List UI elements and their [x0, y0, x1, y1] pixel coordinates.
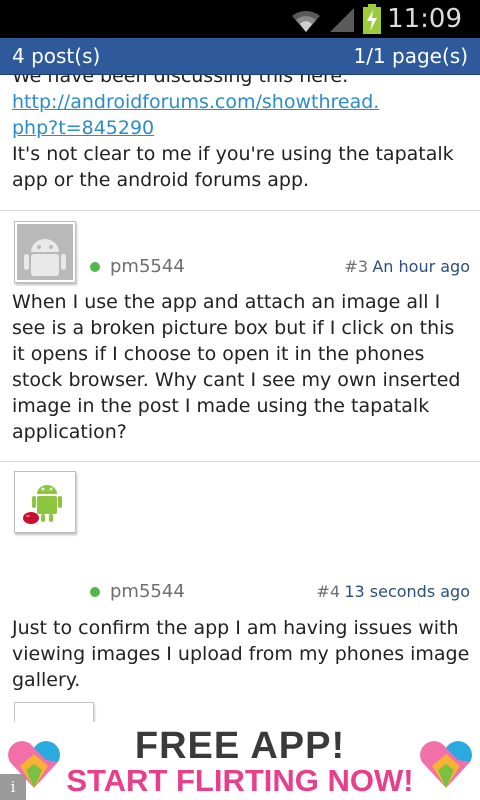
previous-post-body: We have been discussing this here: http:… — [12, 75, 472, 193]
ad-tagline: START FLIRTING NOW! — [66, 763, 414, 798]
ad-banner[interactable]: FREE APP! START FLIRTING NOW! i — [0, 722, 480, 800]
ad-info-icon[interactable]: i — [0, 774, 26, 800]
online-status-icon — [90, 262, 100, 272]
previous-post-cut-line: We have been discussing this here: — [12, 75, 349, 87]
post-time: 13 seconds ago — [344, 582, 470, 601]
page-count[interactable]: 1/1 page(s) — [353, 43, 468, 69]
wifi-icon — [292, 10, 320, 32]
topic-header: 4 post(s) 1/1 page(s) — [0, 38, 480, 75]
avatar[interactable] — [14, 471, 76, 533]
username[interactable]: pm5544 — [110, 255, 185, 279]
post-count: 4 post(s) — [12, 44, 101, 68]
heart-logo-icon — [420, 741, 472, 788]
post-number: #4 — [316, 582, 340, 601]
thread-content[interactable]: We have been discussing this here: http:… — [0, 75, 480, 800]
previous-post-text: It's not clear to me if you're using the… — [12, 143, 454, 191]
clock: 11:09 — [387, 4, 462, 34]
post-body: Just to confirm the app I am having issu… — [12, 617, 470, 691]
android-default-avatar-icon — [17, 224, 73, 280]
avatar[interactable] — [14, 221, 76, 283]
post-meta: pm5544 #4 13 seconds ago — [90, 580, 470, 604]
post-body: When I use the app and attach an image a… — [12, 291, 461, 443]
username[interactable]: pm5544 — [110, 580, 185, 604]
status-bar: 11:09 — [0, 0, 480, 38]
online-status-icon — [90, 587, 100, 597]
thread-link[interactable]: http://androidforums.com/showthread. php… — [12, 89, 472, 141]
post-item: pm5544 #4 13 seconds ago Just to confirm… — [0, 462, 480, 780]
post-time: An hour ago — [372, 257, 470, 276]
ad-headline: FREE APP! — [134, 725, 346, 767]
thread-link-line2: php?t=845290 — [12, 117, 155, 139]
battery-charging-icon — [363, 4, 381, 34]
post-item: pm5544 #3 An hour ago When I use the app… — [0, 211, 480, 461]
signal-icon — [330, 8, 354, 32]
thread-link-line1: http://androidforums.com/showthread. — [12, 91, 380, 113]
post-meta: pm5544 #3 An hour ago — [90, 255, 470, 279]
android-jellybean-avatar-icon — [17, 474, 73, 530]
post-number: #3 — [344, 257, 368, 276]
